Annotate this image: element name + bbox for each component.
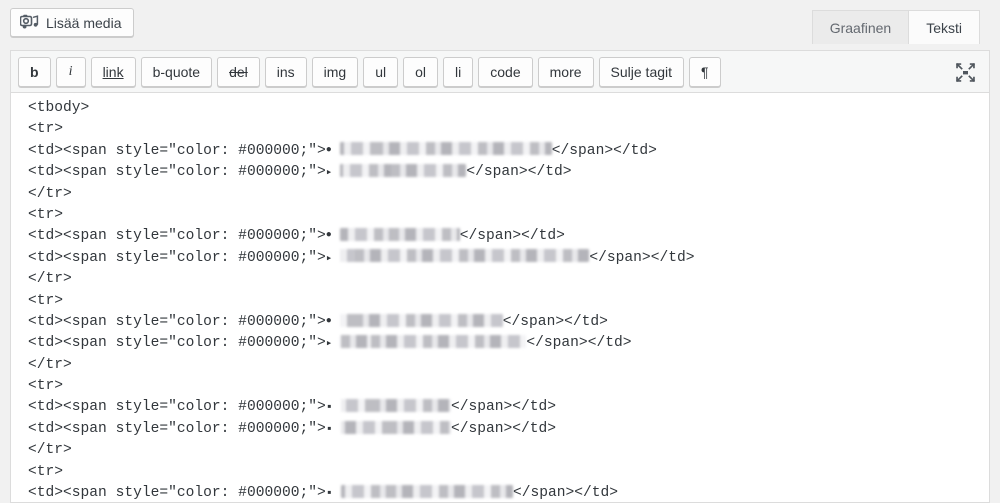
tab-visual[interactable]: Graafinen	[811, 10, 910, 44]
quicktag-code-button[interactable]: code	[478, 57, 533, 87]
list-bullet-dot	[326, 314, 332, 330]
distraction-free-writing-icon[interactable]	[955, 62, 976, 83]
code-line: <tr>	[28, 376, 694, 397]
redacted-text	[339, 142, 552, 156]
code-line: </tr>	[28, 269, 694, 290]
list-bullet-tri	[326, 335, 333, 351]
quicktag-del-button[interactable]: del	[217, 57, 260, 87]
code-text: <tr>	[28, 206, 64, 223]
code-line: <tr>	[28, 462, 694, 483]
list-bullet-sq	[326, 421, 333, 437]
redacted-text	[340, 484, 513, 498]
code-text: </span></td>	[512, 485, 619, 502]
redacted-text	[340, 420, 451, 434]
list-bullet-tri	[326, 250, 333, 266]
quicktag-ul-button[interactable]: ul	[363, 57, 399, 87]
code-text: </tr>	[28, 442, 72, 459]
code-line: <td><span style="color: #000000;"> </span…	[28, 397, 694, 418]
list-bullet-dot	[326, 143, 332, 159]
code-line: <td><span style="color: #000000;"> </span…	[28, 483, 694, 502]
editor-code-lines: <tbody> <tr> <td><span style="color: #0000…	[28, 98, 694, 502]
quicktag-ins-button[interactable]: ins	[264, 57, 307, 87]
code-text: <td><span style="color: #000000;">	[28, 420, 326, 437]
code-text: <td><span style="color: #000000;">	[28, 164, 326, 181]
code-text: <td><span style="color: #000000;">	[28, 335, 326, 352]
code-line: </tr>	[28, 184, 694, 205]
quicktags-button-group: b i link b-quote del ins img ul ol li code more Sulj…	[18, 57, 721, 87]
quicktag-link-button[interactable]: link	[90, 57, 136, 87]
text-editor-content[interactable]: <tbody> <tr> <td><span style="color: #0000…	[10, 93, 990, 503]
media-toolbar: Lisää media Graafinen Teksti	[0, 0, 1000, 44]
code-text: </span></td>	[459, 228, 565, 245]
redacted-text	[339, 227, 460, 241]
code-line: <tr>	[28, 119, 694, 140]
code-text: </span></td>	[502, 313, 608, 330]
redacted-text	[340, 334, 527, 348]
quicktag-ol-button[interactable]: ol	[403, 57, 439, 87]
quicktag-italic-button[interactable]: i	[55, 57, 86, 87]
quicktag-pilcrow-button[interactable]: ¶	[689, 57, 721, 87]
redacted-text	[339, 313, 503, 327]
code-text: </span></td>	[589, 249, 695, 266]
list-bullet-sq	[326, 485, 333, 501]
tab-text[interactable]: Teksti	[908, 10, 980, 44]
quicktag-close-tags-button[interactable]: Sulje tagit	[598, 57, 685, 87]
code-text: </span></td>	[450, 420, 557, 437]
editor-page: Lisää media Graafinen Teksti b i link b-quo…	[0, 0, 1000, 503]
code-text: <tr>	[28, 121, 64, 138]
code-line: <td><span style="color: #000000;"> </span…	[28, 333, 694, 354]
code-text: <tr>	[28, 378, 64, 395]
code-line: <td><span style="color: #000000;"> </span…	[28, 419, 694, 440]
add-media-label: Lisää media	[46, 14, 122, 31]
code-text: </tr>	[28, 185, 72, 202]
redacted-text	[340, 163, 467, 177]
redacted-text	[340, 249, 590, 263]
list-bullet-sq	[326, 399, 333, 415]
redacted-text	[340, 399, 451, 413]
code-line: <tr>	[28, 291, 694, 312]
quicktag-li-button[interactable]: li	[443, 57, 474, 87]
code-text: </span></td>	[466, 164, 572, 181]
code-text: </span></td>	[526, 335, 632, 352]
code-text: </span></td>	[450, 399, 557, 416]
code-line: <td><span style="color: #000000;"> </span…	[28, 141, 694, 162]
code-line: </tr>	[28, 355, 694, 376]
quicktag-more-button[interactable]: more	[537, 57, 594, 87]
code-text: </span></td>	[551, 142, 657, 159]
quicktag-img-button[interactable]: img	[311, 57, 359, 87]
code-text: <td><span style="color: #000000;">	[28, 313, 326, 330]
code-text: </tr>	[28, 356, 72, 373]
code-line: <tr>	[28, 205, 694, 226]
code-text: <tbody>	[28, 100, 90, 116]
editor-mode-tabs: Graafinen Teksti	[811, 9, 980, 44]
list-bullet-dot	[326, 228, 332, 244]
code-text: <tr>	[28, 463, 64, 480]
code-line: <td><span style="color: #000000;"> </span…	[28, 162, 694, 183]
quicktags-toolbar: b i link b-quote del ins img ul ol li code more Sulj…	[10, 50, 990, 93]
code-text: <tr>	[28, 292, 64, 309]
code-text: <td><span style="color: #000000;">	[28, 142, 326, 159]
add-media-button[interactable]: Lisää media	[10, 8, 134, 37]
list-bullet-tri	[326, 164, 333, 180]
code-line: </tr>	[28, 440, 694, 461]
code-text: <td><span style="color: #000000;">	[28, 249, 326, 266]
code-text: <td><span style="color: #000000;">	[28, 485, 326, 502]
code-text: <td><span style="color: #000000;">	[28, 228, 326, 245]
quicktag-blockquote-button[interactable]: b-quote	[140, 57, 213, 87]
code-line: <tbody>	[28, 98, 694, 119]
code-text: <td><span style="color: #000000;">	[28, 399, 326, 416]
add-media-icon	[19, 14, 39, 32]
quicktag-bold-button[interactable]: b	[18, 57, 51, 87]
code-line: <td><span style="color: #000000;"> </span…	[28, 248, 694, 269]
code-text: </tr>	[28, 271, 72, 288]
code-line: <td><span style="color: #000000;"> </span…	[28, 312, 694, 333]
code-line: <td><span style="color: #000000;"> </span…	[28, 226, 694, 247]
